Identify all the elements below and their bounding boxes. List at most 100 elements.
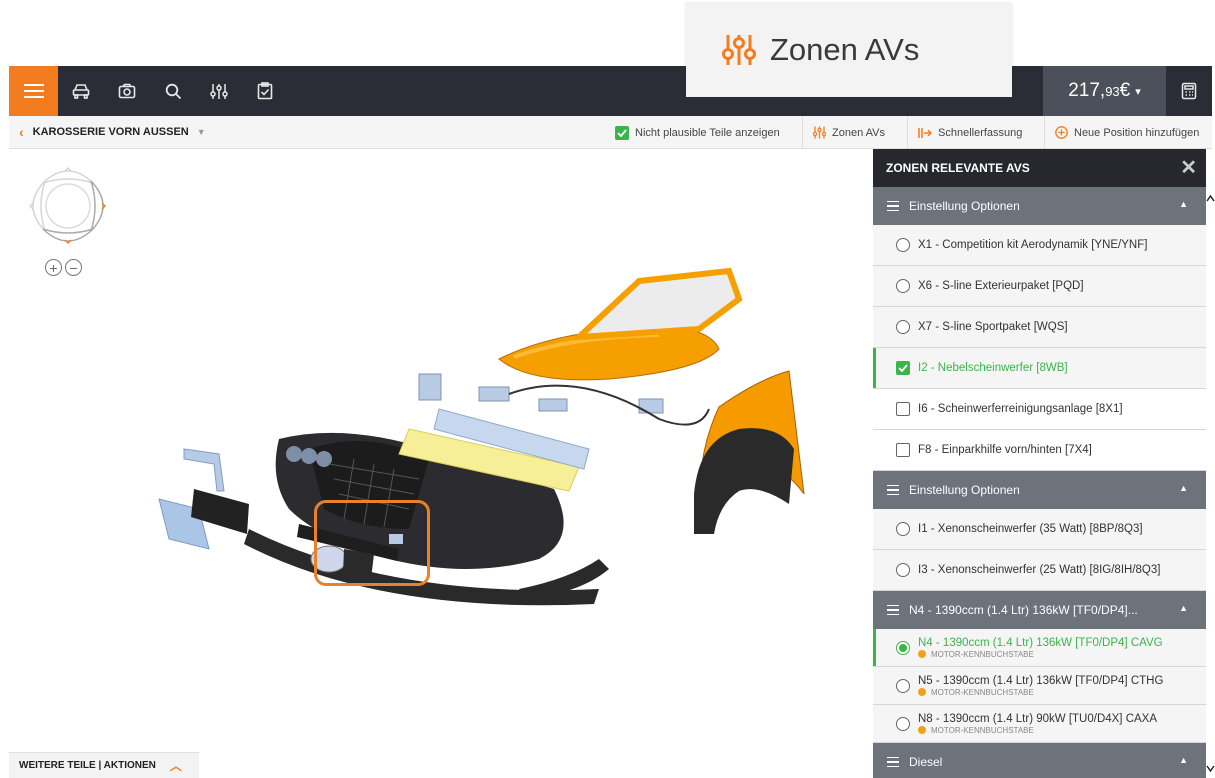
close-icon[interactable]: ✕ — [1180, 155, 1197, 180]
radio-button[interactable] — [896, 279, 910, 293]
rotate-down-control — [42, 228, 94, 242]
checkbox[interactable] — [896, 402, 910, 416]
3d-viewer[interactable]: + − WEITERE TEILE | AKTIONEN ︿ — [9, 149, 873, 778]
radio-button[interactable] — [896, 238, 910, 252]
vehicle-button[interactable] — [58, 66, 104, 116]
checkbox[interactable] — [896, 361, 910, 375]
info-icon — [918, 650, 926, 658]
camera-icon — [118, 83, 136, 99]
option-label: N4 - 1390ccm (1.4 Ltr) 136kW [TF0/DP4] C… — [918, 636, 1163, 649]
chevron-down-icon: ▾ — [1135, 85, 1141, 98]
rotate-right-control — [90, 180, 104, 232]
breadcrumb-label: KAROSSERIE VORN AUSSEN — [32, 126, 189, 138]
group-header[interactable]: Diesel ▲ — [873, 743, 1206, 778]
group-header[interactable]: N4 - 1390ccm (1.4 Ltr) 136kW [TF0/DP4]..… — [873, 591, 1206, 629]
radio-button[interactable] — [896, 640, 910, 655]
engine-option[interactable]: N8 - 1390ccm (1.4 Ltr) 90kW [TU0/D4X] CA… — [873, 705, 1206, 743]
option-label: I1 - Xenonscheinwerfer (35 Watt) [8BP/8Q… — [918, 523, 1143, 535]
toolbar: ‹ KAROSSERIE VORN AUSSEN ▼ Nicht plausib… — [9, 116, 1212, 149]
chevron-left-icon[interactable]: ‹ — [19, 124, 24, 140]
option-radio[interactable]: X6 - S-line Exterieurpaket [PQD] — [873, 266, 1206, 307]
menu-button[interactable] — [9, 66, 58, 116]
price-currency: € — [1119, 80, 1131, 101]
price-dropdown[interactable]: 217, 93 € ▾ — [1043, 66, 1166, 116]
sliders-icon — [813, 126, 826, 139]
zoom-in-button[interactable]: + — [45, 259, 62, 276]
sliders-icon — [210, 83, 228, 99]
panel-title: ZONEN RELEVANTE AVS — [886, 161, 1030, 175]
price-cents: 93 — [1105, 83, 1120, 99]
show-implausible-label: Nicht plausible Teile anzeigen — [635, 126, 780, 139]
search-button[interactable] — [150, 66, 196, 116]
group-header[interactable]: Einstellung Optionen ▲ — [873, 471, 1206, 509]
zoom-out-button[interactable]: − — [65, 259, 82, 276]
chevron-up-icon[interactable]: ︿ — [170, 757, 182, 774]
option-radio[interactable]: X7 - S-line Sportpaket [WQS] — [873, 307, 1206, 348]
radio-button[interactable] — [896, 522, 910, 536]
quick-entry-button[interactable]: Schnellerfassung — [907, 116, 1032, 149]
sliders-icon — [722, 35, 756, 65]
breadcrumb[interactable]: ‹ KAROSSERIE VORN AUSSEN ▼ — [9, 124, 206, 140]
radio-button[interactable] — [896, 563, 910, 577]
add-position-button[interactable]: Neue Position hinzufügen — [1044, 116, 1209, 149]
more-parts-bar[interactable]: WEITERE TEILE | AKTIONEN ︿ — [9, 752, 199, 778]
option-label: I3 - Xenonscheinwerfer (25 Watt) [8IG/8I… — [918, 564, 1161, 576]
chevron-up-icon[interactable]: ▲ — [1179, 755, 1188, 765]
quick-entry-label: Schnellerfassung — [938, 126, 1023, 139]
rotate-left-control — [32, 180, 46, 232]
panel-header: ZONEN RELEVANTE AVS ✕ — [873, 149, 1206, 187]
search-icon — [165, 83, 181, 99]
zones-button[interactable] — [196, 66, 242, 116]
info-icon — [918, 688, 926, 696]
radio-button[interactable] — [896, 716, 910, 731]
price-main: 217, — [1068, 80, 1106, 101]
group-label: N4 - 1390ccm (1.4 Ltr) 136kW [TF0/DP4]..… — [909, 603, 1138, 617]
option-sublabel: MOTOR-KENNBUCHSTABE — [918, 726, 1157, 735]
option-sublabel: MOTOR-KENNBUCHSTABE — [918, 688, 1163, 697]
chevron-up-icon[interactable]: ▲ — [1179, 483, 1188, 493]
checklist-button[interactable] — [242, 66, 288, 116]
option-label: X7 - S-line Sportpaket [WQS] — [918, 321, 1068, 333]
hamburger-icon — [887, 484, 899, 496]
view-navigation-control[interactable] — [23, 161, 113, 256]
group-label: Einstellung Optionen — [909, 199, 1020, 213]
exploded-car-illustration — [158, 267, 805, 606]
zones-panel: ZONEN RELEVANTE AVS ✕ Einstellung Option… — [873, 149, 1206, 778]
option-radio[interactable]: X1 - Competition kit Aerodynamik [YNE/YN… — [873, 225, 1206, 266]
top-bar: 217, 93 € ▾ — [9, 66, 1212, 116]
option-radio[interactable]: I3 - Xenonscheinwerfer (25 Watt) [8IG/8I… — [873, 550, 1206, 591]
option-checkbox[interactable]: I6 - Scheinwerferreinigungsanlage [8X1] — [873, 389, 1206, 430]
zones-tool-label: Zonen AVs — [832, 126, 885, 139]
chevron-up-icon[interactable]: ▲ — [1179, 199, 1188, 209]
fog-lamp-highlight — [314, 500, 430, 586]
checkbox-checked-icon — [615, 125, 629, 140]
option-label: F8 - Einparkhilfe vorn/hinten [7X4] — [918, 444, 1092, 456]
engine-option[interactable]: N4 - 1390ccm (1.4 Ltr) 136kW [TF0/DP4] C… — [873, 629, 1206, 667]
option-label: N5 - 1390ccm (1.4 Ltr) 136kW [TF0/DP4] C… — [918, 674, 1164, 687]
show-implausible-toggle[interactable]: Nicht plausible Teile anzeigen — [605, 116, 790, 149]
radio-button[interactable] — [896, 678, 910, 693]
group-header[interactable]: Einstellung Optionen ▲ — [873, 187, 1206, 225]
zones-zoom-callout: Zonen AVs — [686, 3, 1012, 97]
quick-entry-icon — [918, 127, 932, 139]
option-sublabel: MOTOR-KENNBUCHSTABE — [918, 650, 1163, 659]
receipt-button[interactable] — [1166, 66, 1212, 116]
option-radio[interactable]: I1 - Xenonscheinwerfer (35 Watt) [8BP/8Q… — [873, 509, 1206, 550]
option-label: X6 - S-line Exterieurpaket [PQD] — [918, 280, 1084, 292]
plus-circle-icon — [1055, 126, 1068, 139]
callout-label: Zonen AVs — [770, 32, 920, 67]
chevron-up-icon[interactable]: ▲ — [1179, 603, 1188, 613]
option-label: I2 - Nebelscheinwerfer [8WB] — [918, 362, 1068, 374]
option-checkbox[interactable]: I2 - Nebelscheinwerfer [8WB] — [873, 348, 1206, 389]
panel-scrollbar[interactable] — [1206, 187, 1215, 778]
radio-button[interactable] — [896, 320, 910, 334]
chevron-down-icon: ▼ — [196, 127, 206, 137]
hamburger-icon — [887, 604, 899, 616]
checkbox[interactable] — [896, 443, 910, 457]
zones-tool-button[interactable]: Zonen AVs — [802, 116, 895, 149]
camera-button[interactable] — [104, 66, 150, 116]
engine-option[interactable]: N5 - 1390ccm (1.4 Ltr) 136kW [TF0/DP4] C… — [873, 667, 1206, 705]
group-label: Diesel — [909, 755, 943, 769]
option-label: X1 - Competition kit Aerodynamik [YNE/YN… — [918, 239, 1148, 251]
option-checkbox[interactable]: F8 - Einparkhilfe vorn/hinten [7X4] — [873, 430, 1206, 471]
